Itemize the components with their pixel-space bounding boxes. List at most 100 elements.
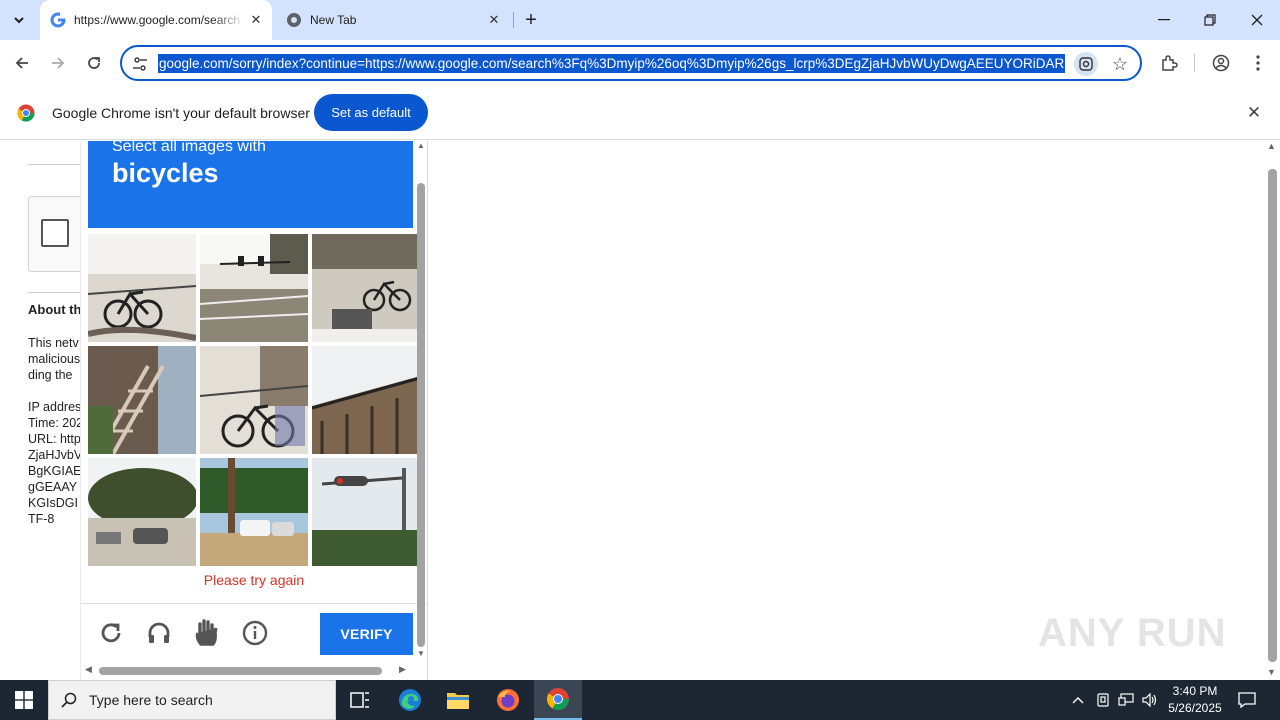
page-content: About th This netv malicious ding the IP… <box>0 141 1280 680</box>
taskbar-search-placeholder: Type here to search <box>89 692 213 708</box>
recaptcha-checkbox-widget[interactable] <box>28 196 88 272</box>
infobar-message: Google Chrome isn't your default browser <box>52 105 310 121</box>
challenge-horizontal-scrollbar[interactable]: ◀ ▶ <box>81 663 415 679</box>
captcha-tile[interactable] <box>200 346 308 454</box>
page-vertical-scrollbar[interactable]: ▲ ▼ <box>1265 141 1280 680</box>
watermark-logo: ANY RUN <box>1038 611 1227 655</box>
tab-title: New Tab <box>310 13 357 27</box>
tab-google-search[interactable]: https://www.google.com/search ✕ <box>40 0 272 40</box>
recaptcha-challenge: Select all images with bicycles Please t… <box>80 141 428 680</box>
tab-separator <box>513 12 514 28</box>
captcha-tile[interactable] <box>312 458 420 566</box>
search-icon <box>49 692 89 708</box>
edge-icon[interactable] <box>386 680 434 720</box>
taskbar-search-box[interactable]: Type here to search <box>48 680 336 720</box>
bg-line: malicious <box>28 352 81 366</box>
windows-start-icon[interactable] <box>0 680 48 720</box>
google-icon <box>50 12 66 28</box>
windows-taskbar: Type here to search 3:40 PM 5/26/2025 <box>0 680 1280 720</box>
scroll-thumb[interactable] <box>99 667 382 675</box>
lens-icon[interactable] <box>1074 52 1098 76</box>
scroll-up-icon[interactable]: ▲ <box>417 141 425 150</box>
scroll-right-icon[interactable]: ▶ <box>399 664 406 675</box>
firefox-icon[interactable] <box>484 680 532 720</box>
show-hidden-icons-icon[interactable] <box>1068 690 1088 710</box>
close-window-icon[interactable] <box>1234 0 1280 40</box>
notifications-icon[interactable] <box>1234 690 1260 710</box>
minimize-icon[interactable] <box>1141 0 1187 40</box>
new-tab-icon[interactable]: + <box>520 8 542 32</box>
profile-icon[interactable] <box>1209 51 1233 75</box>
captcha-tile[interactable] <box>200 458 308 566</box>
scroll-left-icon[interactable]: ◀ <box>85 664 92 675</box>
report-hand-icon[interactable] <box>192 618 222 648</box>
bg-line: ding the <box>28 368 73 382</box>
reload-challenge-icon[interactable] <box>96 618 126 648</box>
bg-line: This netv <box>28 336 79 350</box>
menu-kebab-icon[interactable] <box>1246 51 1270 75</box>
challenge-header: Select all images with bicycles <box>88 141 413 228</box>
captcha-tile[interactable] <box>88 346 196 454</box>
challenge-vertical-scrollbar[interactable]: ▲ ▼ <box>415 141 427 661</box>
audio-challenge-icon[interactable] <box>144 618 174 648</box>
about-heading: About th <box>28 302 82 317</box>
reload-icon[interactable] <box>81 50 107 76</box>
default-browser-infobar: Google Chrome isn't your default browser… <box>0 86 1280 140</box>
captcha-tile[interactable] <box>312 234 420 342</box>
captcha-tile[interactable] <box>88 234 196 342</box>
device-icon[interactable] <box>1093 690 1113 710</box>
address-bar[interactable]: google.com/sorry/index?continue=https://… <box>120 45 1142 81</box>
chrome-icon <box>286 12 302 28</box>
chrome-taskbar-icon[interactable] <box>534 680 582 720</box>
bookmark-star-icon[interactable]: ☆ <box>1108 52 1132 76</box>
tab-search-icon[interactable] <box>6 8 32 32</box>
bg-line: IP addres <box>28 400 82 414</box>
taskbar-clock[interactable]: 3:40 PM 5/26/2025 <box>1160 683 1230 717</box>
tab-strip: https://www.google.com/search ✕ New Tab … <box>0 0 1280 40</box>
clock-date: 5/26/2025 <box>1168 701 1222 715</box>
file-explorer-icon[interactable] <box>434 680 482 720</box>
scroll-thumb[interactable] <box>1268 169 1277 662</box>
recaptcha-checkbox[interactable] <box>41 219 69 247</box>
scroll-down-icon[interactable]: ▼ <box>417 649 425 658</box>
captcha-tile[interactable] <box>200 234 308 342</box>
forward-icon[interactable] <box>45 50 71 76</box>
challenge-instruction: Select all images with <box>112 141 266 155</box>
verify-button[interactable]: VERIFY <box>320 613 413 655</box>
scroll-down-icon[interactable]: ▼ <box>1267 667 1276 677</box>
browser-toolbar: google.com/sorry/index?continue=https://… <box>0 40 1280 86</box>
close-tab-icon[interactable]: ✕ <box>246 10 266 30</box>
bg-line: Time: 202 <box>28 416 84 430</box>
captcha-tile[interactable] <box>312 346 420 454</box>
scroll-thumb[interactable] <box>417 183 425 647</box>
bg-line: URL: http <box>28 432 81 446</box>
bg-line: gGEAAY <box>28 480 78 494</box>
volume-icon[interactable] <box>1140 690 1160 710</box>
challenge-error: Please try again <box>203 572 305 588</box>
captcha-tile[interactable] <box>88 458 196 566</box>
close-infobar-icon[interactable]: ✕ <box>1244 103 1264 123</box>
bg-line: BgKGIAE <box>28 464 82 478</box>
info-icon[interactable] <box>240 618 270 648</box>
chrome-logo-icon <box>17 104 35 122</box>
bg-line: TF-8 <box>28 512 55 526</box>
set-as-default-button[interactable]: Set as default <box>314 94 428 131</box>
network-icon[interactable] <box>1116 690 1136 710</box>
close-tab-icon[interactable]: ✕ <box>484 10 504 30</box>
divider <box>28 292 80 293</box>
challenge-divider <box>81 603 427 604</box>
task-view-icon[interactable] <box>336 680 384 720</box>
site-info-icon[interactable] <box>130 54 150 74</box>
url-text[interactable]: google.com/sorry/index?continue=https://… <box>158 54 1066 73</box>
bg-line: KGIsDGI <box>28 496 79 510</box>
back-icon[interactable] <box>9 50 35 76</box>
tab-title: https://www.google.com/search <box>74 13 241 27</box>
extensions-icon[interactable] <box>1157 51 1181 75</box>
scroll-up-icon[interactable]: ▲ <box>1267 141 1276 151</box>
challenge-target: bicycles <box>112 158 219 188</box>
bg-line: ZjaHJvbV <box>28 448 83 462</box>
restore-icon[interactable] <box>1187 0 1233 40</box>
toolbar-separator <box>1194 54 1195 72</box>
divider <box>28 164 80 165</box>
tab-new-tab[interactable]: New Tab ✕ <box>276 0 510 40</box>
